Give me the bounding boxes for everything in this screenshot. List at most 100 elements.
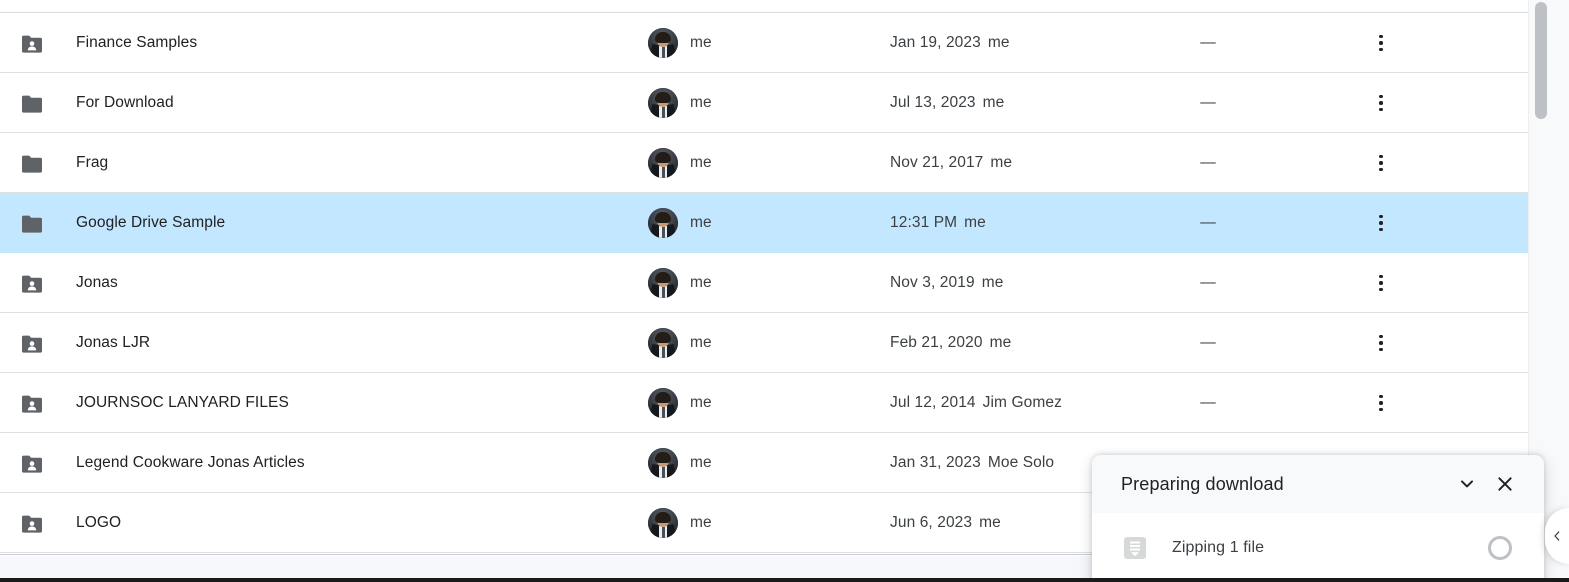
last-modified-date: Feb 21, 2020 <box>890 334 983 351</box>
file-name-label: Legend Cookware Jonas Articles <box>76 454 305 471</box>
owner-label: me <box>690 334 712 351</box>
file-name-cell[interactable]: LOGO <box>0 513 648 533</box>
file-size-label: — <box>1200 94 1216 111</box>
file-name-label: Jonas LJR <box>76 334 151 351</box>
last-modified-by: me <box>987 34 1010 51</box>
file-name-label: JOURNSOC LANYARD FILES <box>76 394 289 411</box>
table-row[interactable]: For Download me Jul 13, 2023 me — <box>0 73 1528 133</box>
more-options-icon[interactable] <box>1371 33 1391 53</box>
avatar <box>648 388 678 418</box>
owner-label: me <box>690 454 712 471</box>
owner-cell: me <box>648 208 890 238</box>
file-name-label: Jonas <box>76 274 118 291</box>
last-modified-date: Nov 21, 2017 <box>890 154 984 171</box>
file-size-cell: — <box>1148 394 1268 412</box>
last-modified-by: me <box>990 154 1013 171</box>
file-size-label: — <box>1200 274 1216 291</box>
shared-folder-icon <box>20 273 44 293</box>
table-row[interactable]: Jonas LJR me Feb 21, 2020 me — <box>0 313 1528 373</box>
avatar <box>648 148 678 178</box>
avatar <box>648 28 678 58</box>
close-icon[interactable] <box>1488 467 1522 501</box>
file-name-label: For Download <box>76 94 174 111</box>
file-size-label: — <box>1200 34 1216 51</box>
scrollbar-thumb[interactable] <box>1535 2 1547 119</box>
owner-cell: me <box>648 88 890 118</box>
more-options-icon[interactable] <box>1371 213 1391 233</box>
avatar <box>648 208 678 238</box>
file-name-cell[interactable]: JOURNSOC LANYARD FILES <box>0 393 648 413</box>
row-actions-cell <box>1268 273 1528 293</box>
last-modified-by: me <box>981 274 1004 291</box>
download-status-panel: Preparing download Zipping 1 file <box>1092 455 1544 582</box>
owner-cell: me <box>648 148 890 178</box>
row-actions-cell <box>1268 333 1528 353</box>
table-row[interactable]: Finance Samples me Jan 19, 2023 me — <box>0 13 1528 73</box>
file-name-cell[interactable]: For Download <box>0 93 648 113</box>
download-item-label: Zipping 1 file <box>1172 538 1265 556</box>
owner-label: me <box>690 274 712 291</box>
file-name-cell[interactable]: Frag <box>0 153 648 173</box>
download-panel-title: Preparing download <box>1121 473 1284 494</box>
row-actions-cell <box>1268 153 1528 173</box>
shared-folder-icon <box>20 333 44 353</box>
file-size-label: — <box>1200 394 1216 411</box>
table-row[interactable]: JOURNSOC LANYARD FILES me Jul 12, 2014 Jim … <box>0 373 1528 433</box>
owner-label: me <box>690 214 712 231</box>
avatar <box>648 508 678 538</box>
owner-label: me <box>690 394 712 411</box>
owner-cell: me <box>648 448 890 478</box>
file-size-cell: — <box>1148 214 1268 232</box>
file-size-label: — <box>1200 214 1216 231</box>
file-size-cell: — <box>1148 274 1268 292</box>
last-modified-date: Jun 6, 2023 <box>890 514 973 531</box>
last-modified-date: Jan 31, 2023 <box>890 454 981 471</box>
file-name-cell[interactable]: Legend Cookware Jonas Articles <box>0 453 648 473</box>
download-item-row[interactable]: Zipping 1 file <box>1092 513 1544 582</box>
last-modified-date: Nov 3, 2019 <box>890 274 975 291</box>
folder-icon <box>20 153 44 173</box>
avatar <box>648 328 678 358</box>
shared-folder-icon <box>20 513 44 533</box>
more-options-icon[interactable] <box>1371 393 1391 413</box>
owner-cell: me <box>648 268 890 298</box>
shared-folder-icon <box>20 453 44 473</box>
chevron-down-icon[interactable] <box>1450 467 1484 501</box>
owner-label: me <box>690 514 712 531</box>
more-options-icon[interactable] <box>1371 273 1391 293</box>
file-name-cell[interactable]: Jonas <box>0 273 648 293</box>
last-modified-by: Moe Solo <box>987 454 1055 471</box>
file-name-cell[interactable]: Finance Samples <box>0 33 648 53</box>
more-options-icon[interactable] <box>1371 93 1391 113</box>
file-size-cell: — <box>1148 94 1268 112</box>
more-options-icon[interactable] <box>1371 153 1391 173</box>
shared-folder-icon <box>20 33 44 53</box>
file-size-cell: — <box>1148 34 1268 52</box>
last-modified-by: me <box>982 94 1005 111</box>
table-row[interactable]: Google Drive Sample me 12:31 PM me — <box>0 193 1528 253</box>
row-actions-cell <box>1268 213 1528 233</box>
file-name-label: LOGO <box>76 514 122 531</box>
owner-cell: me <box>648 508 890 538</box>
download-panel-header: Preparing download <box>1092 455 1544 513</box>
avatar <box>648 448 678 478</box>
table-row[interactable]: Frag me Nov 21, 2017 me — <box>0 133 1528 193</box>
folder-icon <box>20 213 44 233</box>
avatar <box>648 268 678 298</box>
file-name-cell[interactable]: Google Drive Sample <box>0 213 648 233</box>
progress-spinner-icon <box>1488 535 1512 560</box>
last-modified-date: Jul 12, 2014 <box>890 394 976 411</box>
folder-icon <box>20 93 44 113</box>
window-bottom-bar <box>0 578 1569 582</box>
file-name-label: Google Drive Sample <box>76 214 226 231</box>
owner-label: me <box>690 154 712 171</box>
file-name-cell[interactable]: Jonas LJR <box>0 333 648 353</box>
last-modified-date: Jan 19, 2023 <box>890 34 981 51</box>
more-options-icon[interactable] <box>1371 333 1391 353</box>
owner-cell: me <box>648 328 890 358</box>
table-row[interactable]: Jonas me Nov 3, 2019 me — <box>0 253 1528 313</box>
avatar <box>648 88 678 118</box>
zip-file-icon <box>1124 536 1146 560</box>
last-modified-date: Jul 13, 2023 <box>890 94 976 111</box>
owner-cell: me <box>648 388 890 418</box>
